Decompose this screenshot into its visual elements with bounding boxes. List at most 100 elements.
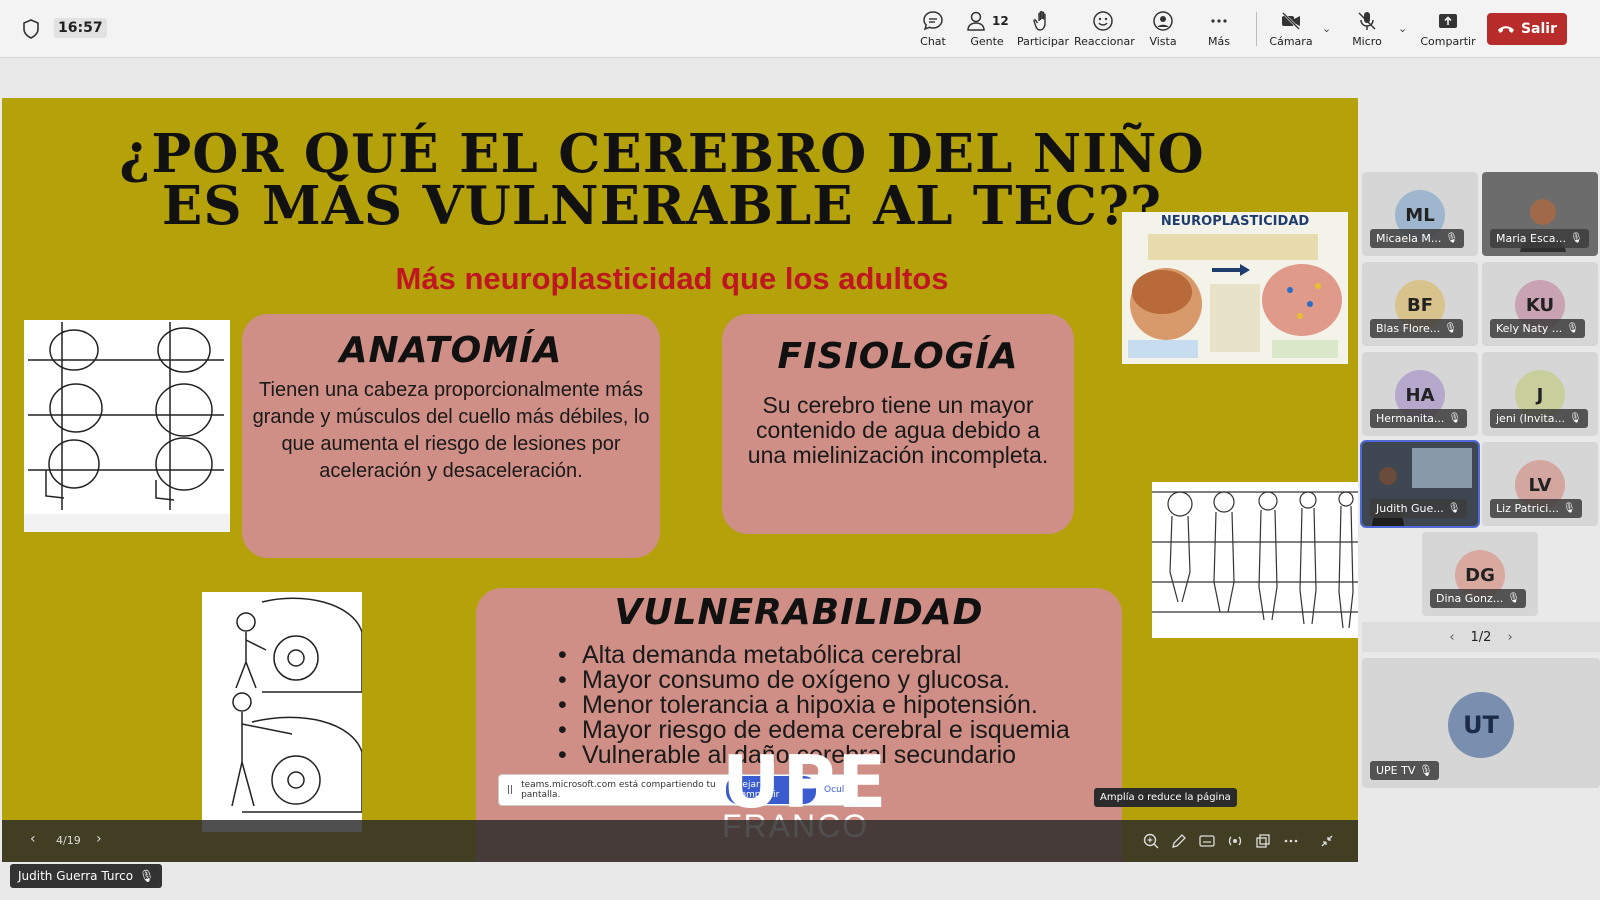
- participant-name-label: Maria Esca... 🎙: [1490, 229, 1589, 248]
- slide-page-indicator: 4/19: [56, 834, 81, 847]
- participant-name-label: jeni (Invita... 🎙: [1490, 409, 1588, 428]
- next-page-chevron-icon[interactable]: ›: [1507, 630, 1512, 645]
- pause-icon: ||: [507, 785, 514, 795]
- participant-tile[interactable]: J jeni (Invita... 🎙: [1482, 352, 1598, 436]
- view-button[interactable]: Vista: [1134, 8, 1192, 52]
- raise-hand-label: Participar: [1016, 35, 1070, 48]
- slide-title: ¿POR QUÉ EL CEREBRO DEL NIÑO ES MÁS VULN…: [112, 123, 1212, 237]
- participant-tile-active-speaker[interactable]: Judith Gue... 🎙: [1360, 440, 1480, 528]
- participant-tile[interactable]: KU Kely Naty ... 🎙: [1482, 262, 1598, 346]
- mic-muted-icon: 🎙: [1570, 233, 1583, 244]
- shared-content-stage: ¿POR QUÉ EL CEREBRO DEL NIÑO ES MÁS VULN…: [2, 98, 1358, 862]
- presentation-controls: ‹ 4/19 ›: [2, 820, 1358, 862]
- view-label: Vista: [1149, 35, 1177, 48]
- participant-name-label: Dina Gonz... 🎙: [1430, 589, 1526, 608]
- neuroplasticity-infographic: NEUROPLASTICIDAD: [1122, 212, 1348, 364]
- participant-tile[interactable]: BF Blas Flore... 🎙: [1362, 262, 1478, 346]
- shield-icon: [23, 19, 39, 39]
- participant-name: Blas Flore...: [1376, 322, 1441, 335]
- pen-icon[interactable]: [1170, 832, 1188, 850]
- exit-fullscreen-icon[interactable]: [1318, 832, 1336, 850]
- mic-button[interactable]: Micro: [1338, 8, 1396, 52]
- anatomy-text: Tienen una cabeza proporcionalmente más …: [252, 379, 650, 482]
- more-button[interactable]: Más: [1190, 8, 1248, 52]
- hang-up-icon: [1497, 26, 1514, 33]
- presenter-name: Judith Guerra Turco: [18, 869, 134, 883]
- camera-off-icon: [1282, 12, 1300, 30]
- popout-icon[interactable]: [1254, 832, 1272, 850]
- people-icon: [967, 11, 985, 31]
- participant-name: Liz Patrici...: [1496, 502, 1559, 515]
- participant-name: UPE TV: [1376, 764, 1416, 777]
- zoom-icon[interactable]: [1142, 832, 1160, 850]
- captions-icon[interactable]: [1198, 832, 1216, 850]
- avatar: UT: [1448, 692, 1514, 758]
- react-label: Reaccionar: [1074, 35, 1135, 48]
- people-label: Gente: [970, 35, 1004, 48]
- anatomy-heading: ANATOMÍA: [339, 330, 563, 371]
- more-icon: [1211, 19, 1227, 23]
- people-count: 12: [992, 14, 1009, 28]
- smiley-icon: [1093, 11, 1113, 31]
- mic-muted-icon: 🎙: [1448, 413, 1462, 424]
- broadcast-icon[interactable]: [1226, 832, 1244, 850]
- participant-name: Kely Naty ...: [1496, 322, 1563, 335]
- participant-name-label: Blas Flore... 🎙: [1370, 319, 1463, 338]
- participant-tile[interactable]: Maria Esca... 🎙: [1482, 172, 1598, 256]
- react-button[interactable]: Reaccionar: [1074, 8, 1135, 52]
- participant-name-label: UPE TV 🎙: [1370, 761, 1439, 780]
- mic-options-chevron-icon[interactable]: ⌄: [1398, 22, 1407, 35]
- participant-name-label: Liz Patrici... 🎙: [1490, 499, 1582, 518]
- participant-tile[interactable]: HA Hermanita... 🎙: [1362, 352, 1478, 436]
- share-label: Compartir: [1420, 35, 1476, 48]
- people-button[interactable]: 12 Gente: [958, 8, 1016, 52]
- participant-name-label: Judith Gue... 🎙: [1370, 499, 1467, 518]
- presenter-name-badge: Judith Guerra Turco 🎙: [10, 864, 163, 888]
- physiology-heading: FISIOLOGÍA: [777, 336, 1019, 377]
- mic-muted-icon: 🎙: [1445, 233, 1459, 244]
- participant-name: Dina Gonz...: [1436, 592, 1504, 605]
- featured-participant-tile[interactable]: UT UPE TV 🎙: [1362, 658, 1600, 788]
- slide-title-line-1: ¿POR QUÉ EL CEREBRO DEL NIÑO: [119, 123, 1205, 185]
- participant-name-label: Kely Naty ... 🎙: [1490, 319, 1585, 338]
- chat-button[interactable]: Chat: [904, 8, 962, 52]
- meeting-clock: 16:57: [54, 18, 107, 38]
- vulnerability-item: Mayor consumo de oxígeno y glucosa.: [558, 668, 1122, 694]
- camera-label: Cámara: [1269, 35, 1313, 48]
- next-slide-chevron-icon[interactable]: ›: [96, 831, 102, 847]
- vulnerability-item: Alta demanda metabólica cerebral: [558, 643, 1122, 669]
- participant-name-label: Hermanita... 🎙: [1370, 409, 1468, 428]
- participant-tile[interactable]: LV Liz Patrici... 🎙: [1482, 442, 1598, 526]
- mic-muted-icon: 🎙: [1562, 503, 1576, 514]
- leave-button[interactable]: Salir: [1487, 13, 1567, 45]
- mic-muted-icon: 🎙: [1566, 323, 1579, 334]
- slide-subtitle: Más neuroplasticidad que los adultos: [395, 261, 949, 296]
- previous-page-chevron-icon[interactable]: ‹: [1449, 630, 1454, 645]
- more-options-icon[interactable]: [1282, 832, 1300, 850]
- mic-muted-icon: 🎙: [1444, 323, 1457, 334]
- mic-label: Micro: [1352, 35, 1382, 48]
- view-icon: [1153, 11, 1173, 31]
- skull-growth-illustration: [24, 320, 230, 532]
- slide-title-line-2: ES MÁS VULNERABLE AL TEC??: [161, 175, 1163, 237]
- anatomy-card: ANATOMÍA Tienen una cabeza proporcionalm…: [242, 314, 660, 558]
- more-label: Más: [1208, 35, 1230, 48]
- camera-button[interactable]: Cámara: [1262, 8, 1320, 52]
- zoom-tooltip: Amplía o reduce la página: [1094, 788, 1237, 807]
- mic-off-icon: [1358, 12, 1376, 30]
- participant-tile[interactable]: ML Micaela M... 🎙: [1362, 172, 1478, 256]
- mic-muted-icon: 🎙: [1568, 413, 1582, 424]
- share-button[interactable]: Compartir: [1418, 8, 1478, 52]
- chat-icon: [923, 11, 943, 31]
- camera-options-chevron-icon[interactable]: ⌄: [1322, 22, 1331, 35]
- mic-icon: 🎙: [139, 869, 155, 883]
- participant-name: Micaela M...: [1376, 232, 1442, 245]
- participant-name: jeni (Invita...: [1496, 412, 1565, 425]
- physiology-text: Su cerebro tiene un mayor contenido de a…: [747, 392, 1049, 468]
- mic-icon: 🎙: [1447, 503, 1461, 514]
- previous-slide-chevron-icon[interactable]: ‹: [30, 831, 36, 847]
- mic-muted-icon: 🎙: [1507, 593, 1520, 604]
- raise-hand-button[interactable]: Participar: [1014, 8, 1072, 52]
- physiology-card: FISIOLOGÍA Su cerebro tiene un mayor con…: [722, 314, 1074, 534]
- participant-tile[interactable]: DG Dina Gonz... 🎙: [1422, 532, 1538, 616]
